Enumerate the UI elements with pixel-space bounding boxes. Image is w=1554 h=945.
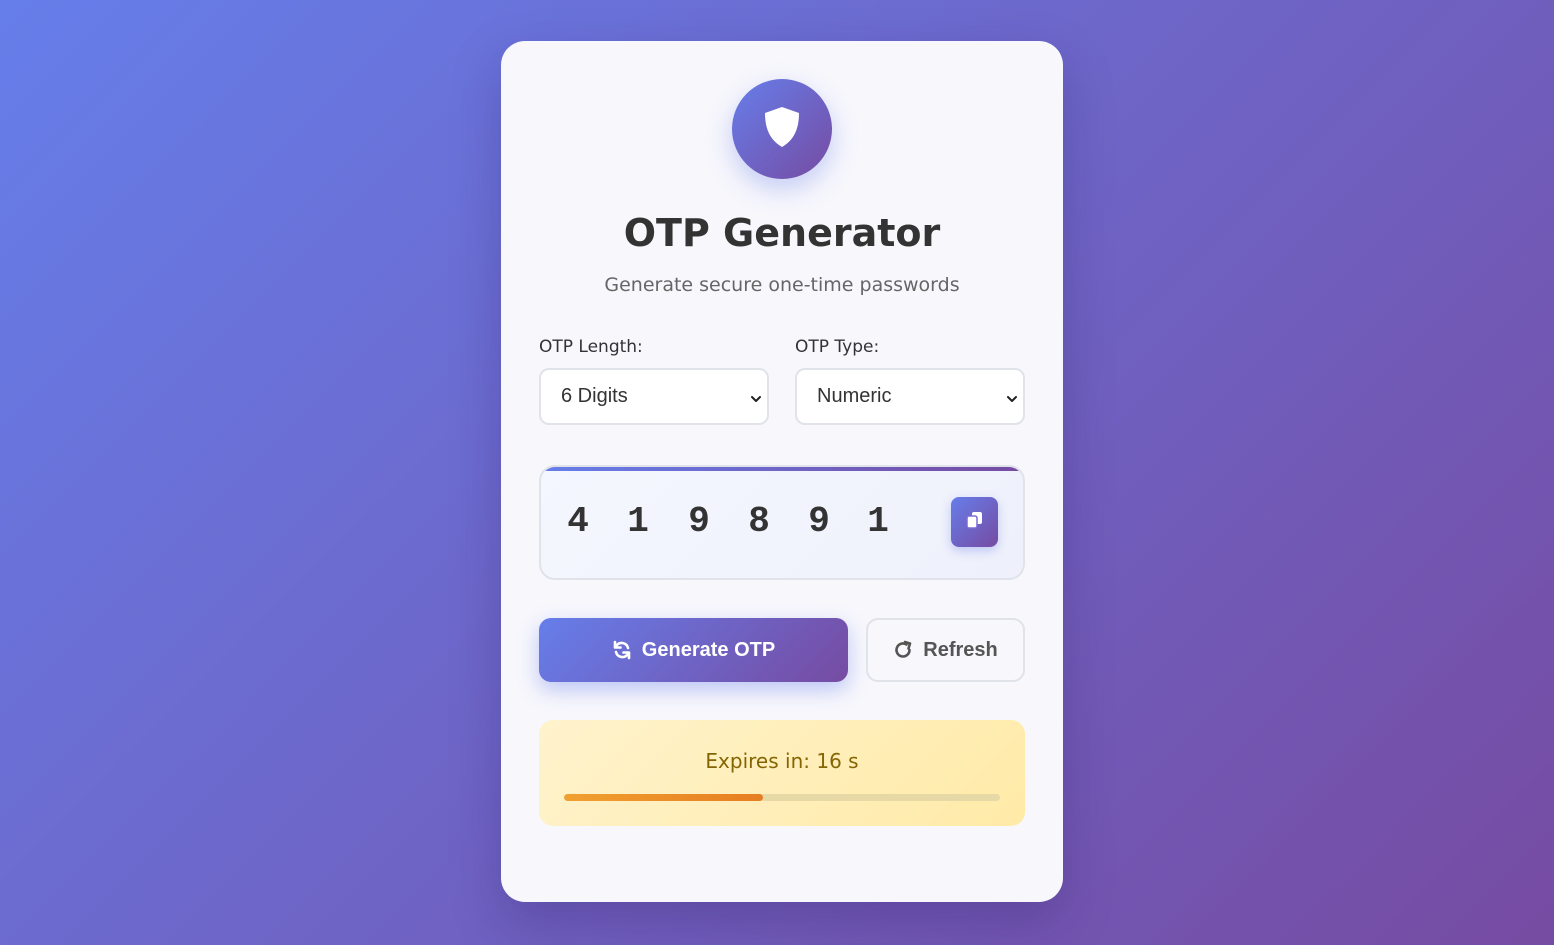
otp-digit: 9 [808,501,830,542]
expiry-panel: Expires in: 16 s [539,720,1025,826]
generate-otp-button[interactable]: Generate OTP [539,618,848,682]
otp-digit: 9 [688,501,710,542]
shield-icon [762,105,802,153]
sync-icon [612,640,632,660]
expiry-progress-track [564,794,1000,801]
otp-digit: 4 [567,501,589,542]
page-title: OTP Generator [623,211,941,255]
otp-length-label: OTP Length: [539,337,643,357]
otp-digit: 8 [748,501,770,542]
otp-digit: 1 [627,501,649,542]
expiry-progress-fill [564,794,764,801]
otp-type-value: Numeric [817,385,892,407]
otp-display: 4 1 9 8 9 1 [539,465,1025,580]
page-subtitle: Generate secure one-time passwords [604,274,960,296]
chevron-down-icon [749,389,763,412]
expiry-countdown: Expires in: 16 s [705,749,859,773]
otp-display-accent-bar [541,467,1023,471]
otp-type-select[interactable]: Numeric [795,368,1025,425]
copy-icon [965,511,985,533]
otp-digit: 1 [867,501,889,542]
otp-type-label: OTP Type: [795,337,880,357]
otp-card: OTP Generator Generate secure one-time p… [501,41,1063,902]
refresh-label: Refresh [923,638,998,661]
copy-button[interactable] [951,497,998,547]
otp-length-select[interactable]: 6 Digits [539,368,769,425]
refresh-button[interactable]: Refresh [866,618,1025,682]
generate-otp-label: Generate OTP [641,638,776,661]
logo-badge [732,79,832,179]
otp-length-value: 6 Digits [561,385,628,407]
chevron-down-icon [1005,389,1019,412]
redo-icon [893,640,913,660]
